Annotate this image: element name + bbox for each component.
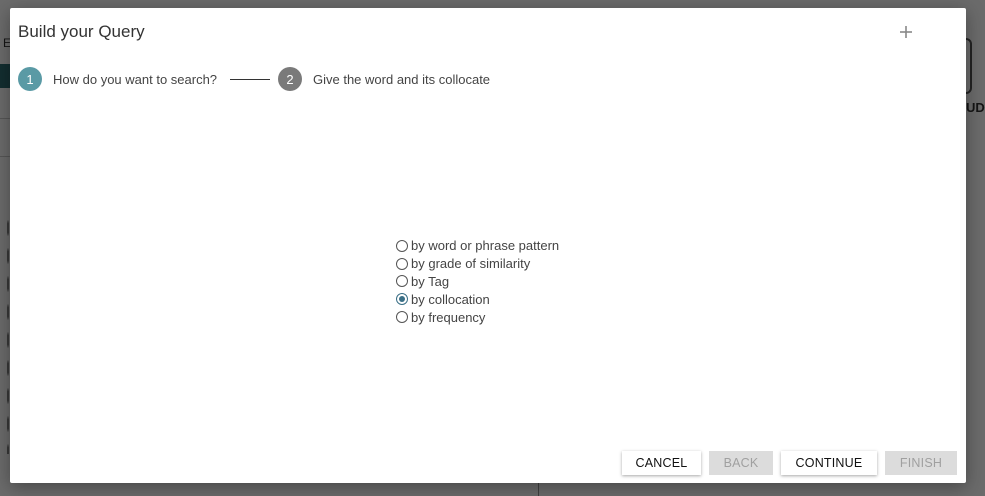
dialog-title: Build your Query — [18, 22, 145, 41]
radio-option[interactable]: by word or phrase pattern — [396, 237, 559, 255]
build-query-dialog: Build your Query 1 How do you want to se… — [10, 8, 966, 483]
radio-option[interactable]: by Tag — [396, 273, 559, 291]
radio-label: by frequency — [411, 309, 486, 325]
close-button[interactable] — [894, 20, 918, 44]
radio-label: by grade of similarity — [411, 256, 531, 272]
radio-button[interactable] — [396, 311, 408, 324]
back-button[interactable]: BACK — [709, 451, 773, 475]
radio-button[interactable] — [396, 293, 408, 306]
step-connector — [230, 79, 270, 80]
radio-option[interactable]: by grade of similarity — [396, 255, 559, 273]
radio-option[interactable]: by collocation — [396, 290, 559, 308]
radio-button[interactable] — [396, 257, 408, 270]
finish-button[interactable]: FINISH — [885, 451, 957, 475]
search-type-radio-group: by word or phrase pattern by grade of si… — [396, 237, 559, 326]
plus-icon — [900, 26, 912, 38]
step-label: How do you want to search? — [53, 71, 218, 87]
step-number: 2 — [278, 67, 302, 91]
step-number: 1 — [18, 67, 42, 91]
radio-label: by word or phrase pattern — [411, 238, 560, 254]
stepper: 1 How do you want to search? 2 Give the … — [18, 67, 578, 93]
radio-label: by collocation — [411, 291, 490, 307]
radio-button[interactable] — [396, 239, 408, 252]
radio-button[interactable] — [396, 275, 408, 288]
cancel-button[interactable]: CANCEL — [622, 451, 701, 475]
radio-option[interactable]: by frequency — [396, 308, 559, 326]
continue-button[interactable]: CONTINUE — [781, 451, 877, 475]
radio-label: by Tag — [411, 273, 450, 289]
step-label: Give the word and its collocate — [313, 71, 491, 87]
step-1[interactable]: 1 How do you want to search? — [18, 67, 217, 91]
step-2[interactable]: 2 Give the word and its collocate — [278, 67, 490, 91]
